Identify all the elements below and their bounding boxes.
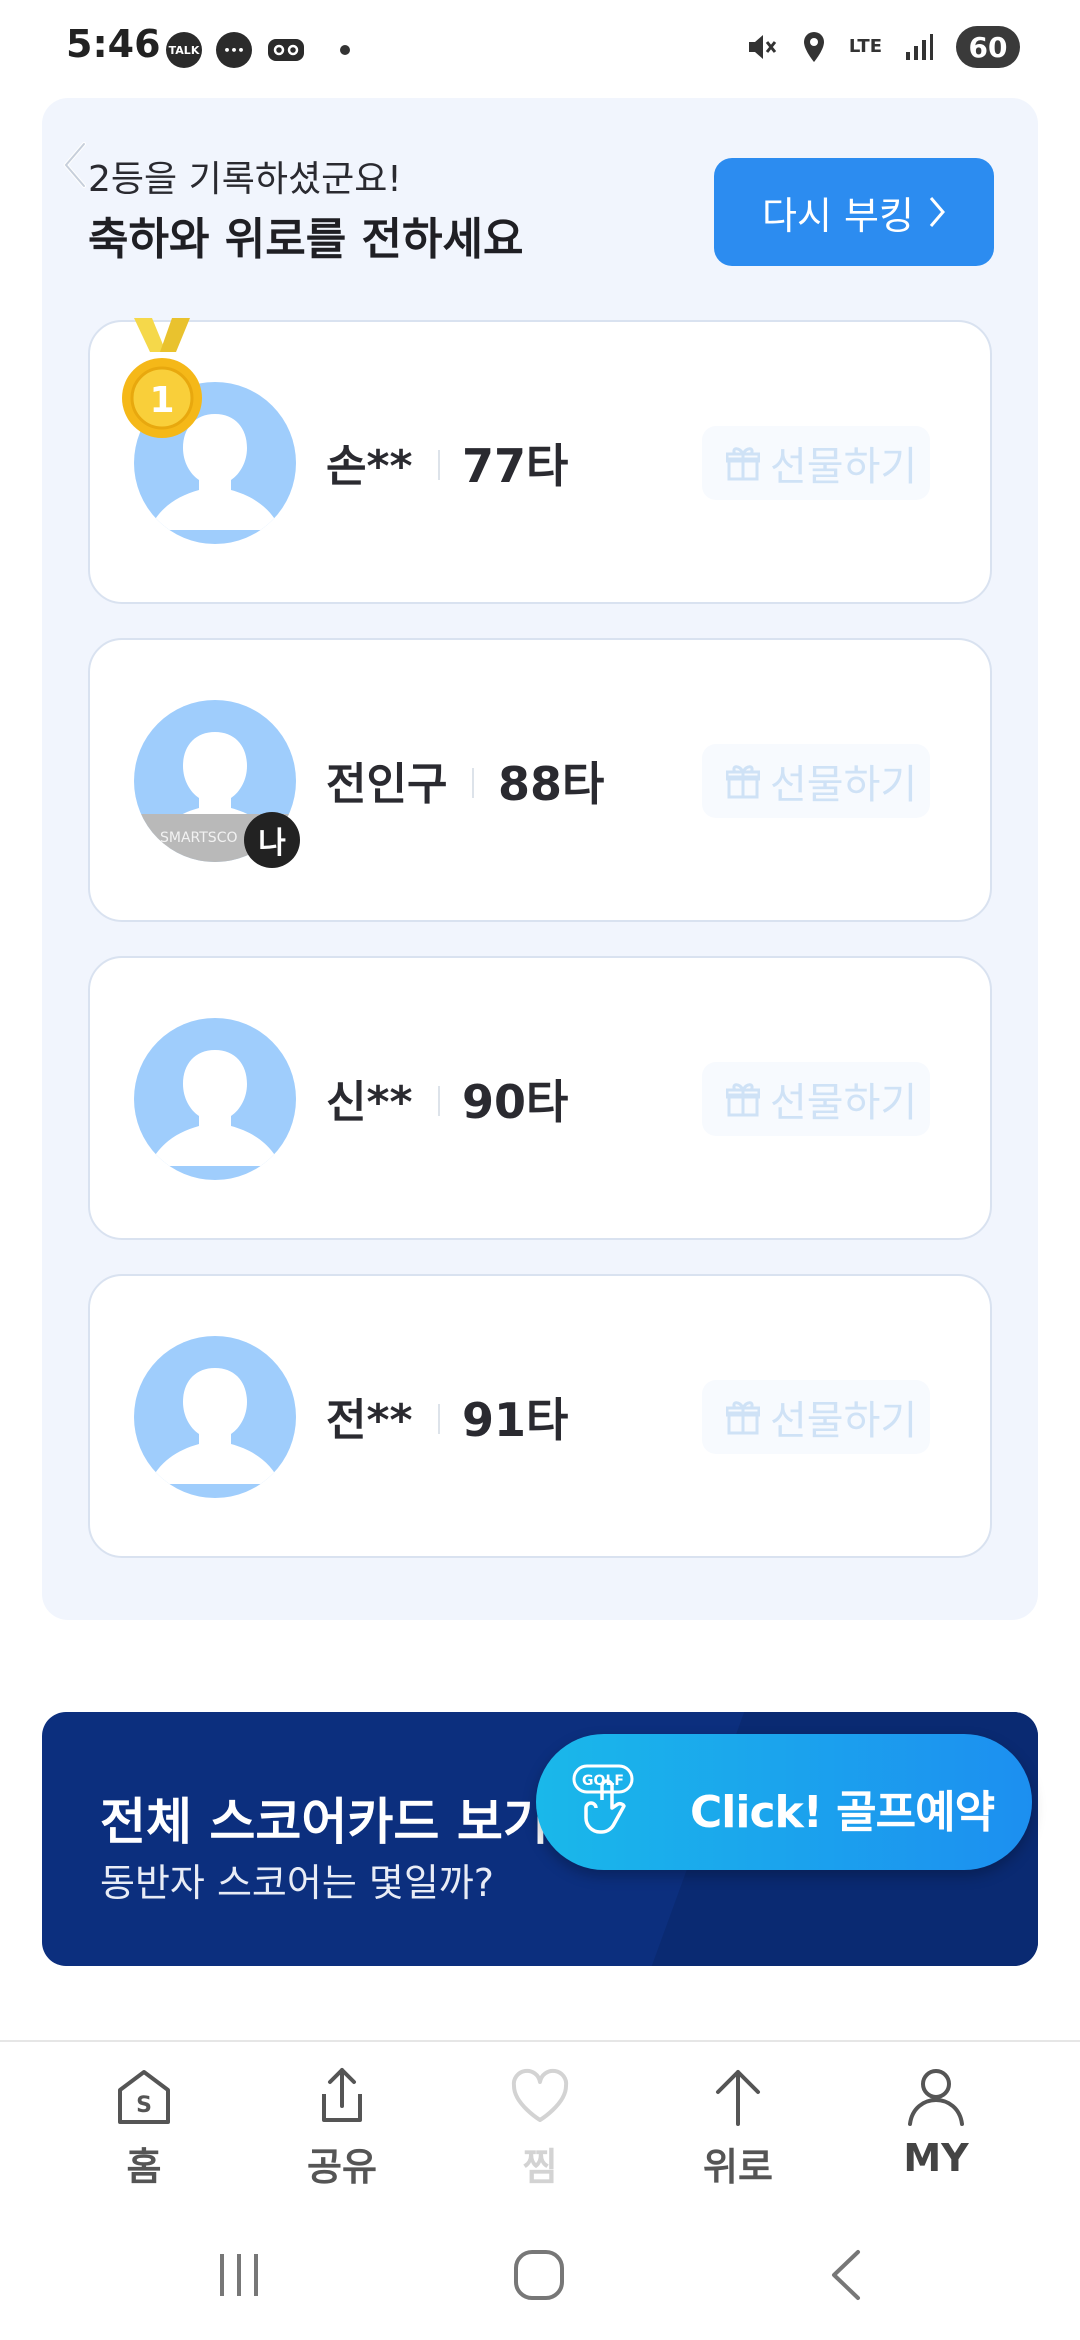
person-icon: [908, 2069, 964, 2126]
profile-silhouette-icon: [149, 1368, 281, 1484]
back-button-icon[interactable]: [826, 2248, 866, 2302]
divider: [472, 768, 474, 798]
arrow-up-icon: [716, 2070, 760, 2126]
avatar: [134, 1018, 296, 1180]
gift-icon: [726, 447, 760, 481]
golf-reservation-button[interactable]: GOLF Click! 골프예약: [536, 1734, 1032, 1870]
gift-label: 선물하기: [770, 762, 918, 808]
player-score: 91타: [462, 1393, 569, 1447]
nav-share[interactable]: 공유: [272, 2066, 412, 2191]
notification-icons: TALK •••: [166, 32, 350, 68]
gift-icon: [726, 765, 760, 799]
gift-button[interactable]: 선물하기: [702, 1380, 930, 1454]
player-score: 77타: [462, 439, 569, 493]
golf-reservation-label: Click! 골프예약: [690, 1787, 995, 1838]
bottom-nav: S 홈 공유 찜 위로 MY: [0, 2040, 1080, 2222]
mute-icon: [748, 35, 777, 59]
rebook-label: 다시 부킹: [762, 193, 914, 238]
gift-label: 선물하기: [770, 1398, 918, 1444]
voicemail-icon: [268, 39, 304, 61]
battery-indicator: 60: [956, 26, 1020, 68]
status-bar: 5:46 TALK ••• LTE 60: [0, 0, 1080, 100]
me-badge: 나: [244, 812, 300, 868]
share-icon: [322, 2068, 362, 2122]
banner-title: 전체 스코어카드 보기: [100, 1793, 549, 1851]
gift-icon: [726, 1401, 760, 1435]
location-icon: [803, 32, 824, 62]
nav-favorite[interactable]: 찜: [470, 2066, 610, 2191]
result-title: 축하와 위로를 전하세요: [88, 214, 524, 265]
lte-icon: LTE: [848, 36, 882, 57]
dot-icon: [340, 45, 350, 55]
nav-my[interactable]: MY: [866, 2066, 1006, 2180]
gift-icon: [726, 1083, 760, 1117]
player-name: 손**: [326, 441, 413, 492]
recent-apps-icon[interactable]: [214, 2250, 264, 2300]
player-card: 1 손** 77타 선물하기: [88, 318, 992, 604]
profile-silhouette-icon: [149, 1050, 281, 1166]
nav-scroll-top[interactable]: 위로: [668, 2066, 808, 2191]
banner-subtitle: 동반자 스코어는 몇일까?: [100, 1861, 494, 1905]
player-card-me: SMARTSCO 나 전인구 88타 선물하기: [88, 638, 992, 922]
home-button-icon[interactable]: [512, 2248, 566, 2302]
player-score: 90타: [462, 1075, 569, 1129]
medal-rank: 1: [149, 380, 174, 421]
back-chevron-icon[interactable]: [60, 140, 90, 190]
svg-text:S: S: [136, 2093, 152, 2118]
player-name: 전**: [326, 1395, 413, 1446]
system-icons: LTE 60: [745, 26, 1020, 68]
player-card: 신** 90타 선물하기: [88, 956, 992, 1240]
gift-label: 선물하기: [770, 444, 918, 490]
chevron-right-icon: [929, 197, 945, 227]
home-icon: S: [118, 2070, 170, 2124]
gift-button[interactable]: 선물하기: [702, 744, 930, 818]
nav-home[interactable]: S 홈: [74, 2066, 214, 2191]
avatar: [134, 1336, 296, 1498]
golf-tap-icon: GOLF: [572, 1764, 634, 1834]
rebook-button[interactable]: 다시 부킹: [714, 158, 994, 266]
signal-icon: [906, 34, 933, 60]
divider: [438, 1404, 440, 1434]
player-name: 신**: [326, 1077, 413, 1128]
gift-label: 선물하기: [770, 1080, 918, 1126]
nav-label: 공유: [307, 2145, 377, 2189]
status-time: 5:46: [66, 22, 161, 66]
talk-icon: TALK: [166, 32, 202, 68]
heart-icon: [511, 2068, 569, 2122]
gold-medal-icon: 1: [122, 318, 202, 438]
result-message: 2등을 기록하셨군요!: [88, 159, 402, 200]
nav-label: 홈: [126, 2145, 162, 2189]
player-name: 전인구: [326, 759, 448, 810]
nav-label: MY: [903, 2136, 969, 2180]
gift-button[interactable]: 선물하기: [702, 426, 930, 500]
nav-label: 찜: [522, 2145, 558, 2189]
divider: [438, 450, 440, 480]
gift-button[interactable]: 선물하기: [702, 1062, 930, 1136]
nav-label: 위로: [703, 2145, 773, 2189]
player-score: 88타: [498, 757, 605, 811]
divider: [438, 1086, 440, 1116]
player-card: 전** 91타 선물하기: [88, 1274, 992, 1558]
system-navigation: [0, 2220, 1080, 2340]
message-icon: •••: [216, 32, 252, 68]
